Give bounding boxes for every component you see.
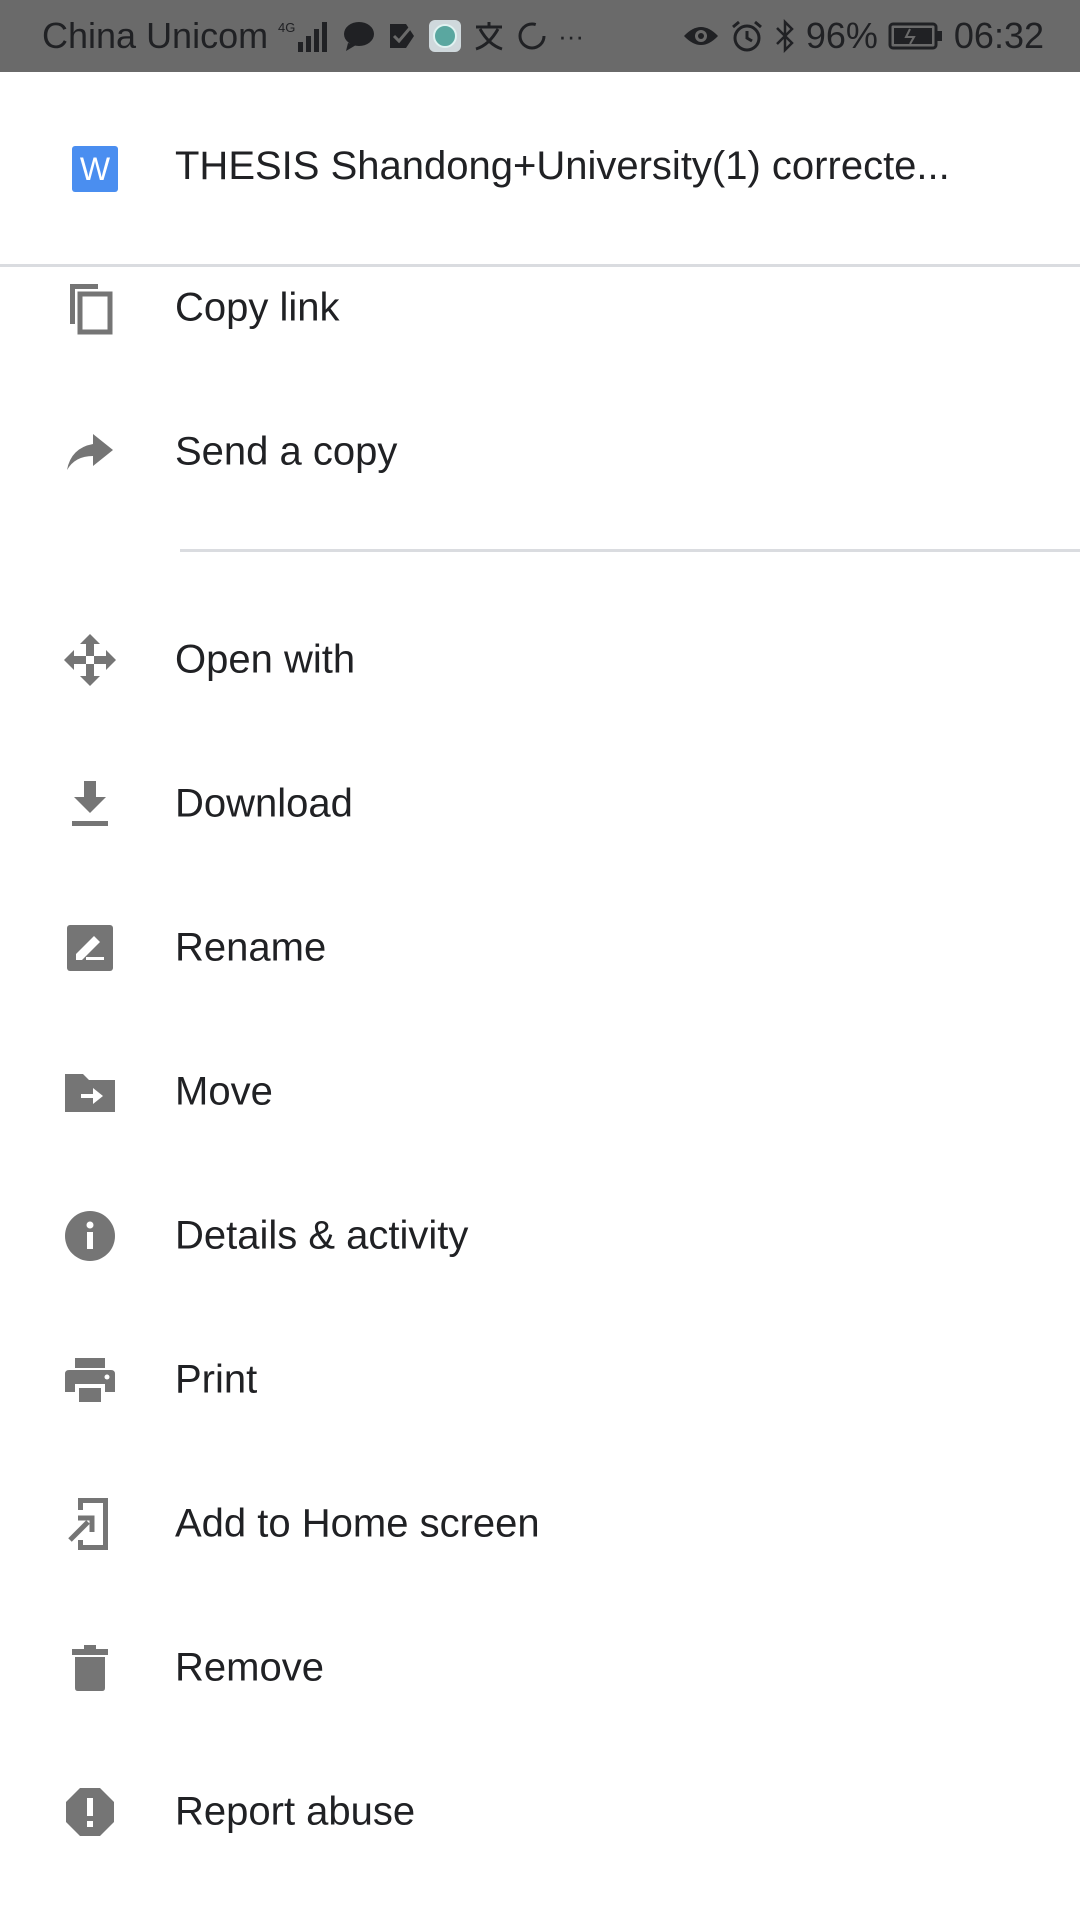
copy-icon — [62, 280, 118, 336]
rename-pencil-icon — [62, 920, 118, 976]
menu-label-add-home: Add to Home screen — [175, 1501, 540, 1546]
battery-percent: 96% — [805, 15, 878, 56]
trash-icon — [62, 1640, 118, 1696]
section-divider — [180, 549, 1080, 552]
file-name-title: THESIS Shandong+University(1) correcte..… — [175, 144, 950, 188]
status-left: China Unicom 4G ··· — [42, 15, 584, 57]
menu-item-move[interactable]: Move — [0, 1020, 1080, 1164]
menu-item-print[interactable]: Print — [0, 1308, 1080, 1452]
loading-circle-icon — [516, 20, 548, 52]
status-right: 96% 06:32 — [682, 15, 1044, 57]
translate-icon — [472, 19, 506, 53]
clock-time: 06:32 — [953, 15, 1044, 56]
status-bar: China Unicom 4G ··· 96% 06:32 — [0, 0, 1080, 72]
signal-icon: 4G — [278, 18, 332, 54]
bluetooth-icon — [774, 19, 796, 53]
add-to-home-icon — [62, 1496, 118, 1552]
menu-label-open-with: Open with — [175, 637, 356, 682]
download-icon — [62, 776, 118, 832]
check-task-icon — [386, 20, 418, 52]
menu-item-open-with[interactable]: Open with — [0, 588, 1080, 732]
menu-item-copy-link[interactable]: Copy link — [0, 236, 1080, 380]
share-arrow-icon — [62, 424, 118, 480]
menu-label-send-copy: Send a copy — [175, 429, 398, 474]
alarm-icon — [730, 19, 764, 53]
svg-text:4G: 4G — [278, 20, 295, 35]
menu-label-details: Details & activity — [175, 1213, 469, 1258]
browser-globe-icon — [428, 19, 462, 53]
menu-item-rename[interactable]: Rename — [0, 876, 1080, 1020]
menu-label-print: Print — [175, 1357, 258, 1402]
menu-label-download: Download — [175, 781, 353, 826]
menu-item-details[interactable]: Details & activity — [0, 1164, 1080, 1308]
info-icon — [62, 1208, 118, 1264]
printer-icon — [62, 1352, 118, 1408]
folder-move-icon — [62, 1064, 118, 1120]
menu-item-download[interactable]: Download — [0, 732, 1080, 876]
word-file-icon: W — [72, 146, 118, 192]
menu-label-remove: Remove — [175, 1645, 324, 1690]
menu-item-send-copy[interactable]: Send a copy — [0, 380, 1080, 524]
carrier-name: China Unicom — [42, 15, 269, 56]
menu-label-report: Report abuse — [175, 1789, 416, 1834]
menu-label-copy-link: Copy link — [175, 285, 340, 330]
battery-icon — [888, 21, 944, 51]
move-arrows-icon — [62, 632, 118, 688]
action-sheet: W THESIS Shandong+University(1) correcte… — [0, 72, 1080, 1920]
menu-label-rename: Rename — [175, 925, 327, 970]
menu-label-move: Move — [175, 1069, 273, 1114]
report-octagon-icon — [62, 1784, 118, 1840]
menu-item-add-home[interactable]: Add to Home screen — [0, 1452, 1080, 1596]
eye-icon — [682, 22, 720, 50]
menu-item-report[interactable]: Report abuse — [0, 1740, 1080, 1884]
chat-bubble-icon — [342, 19, 376, 53]
more-notifications: ··· — [558, 20, 585, 51]
menu-item-remove[interactable]: Remove — [0, 1596, 1080, 1740]
